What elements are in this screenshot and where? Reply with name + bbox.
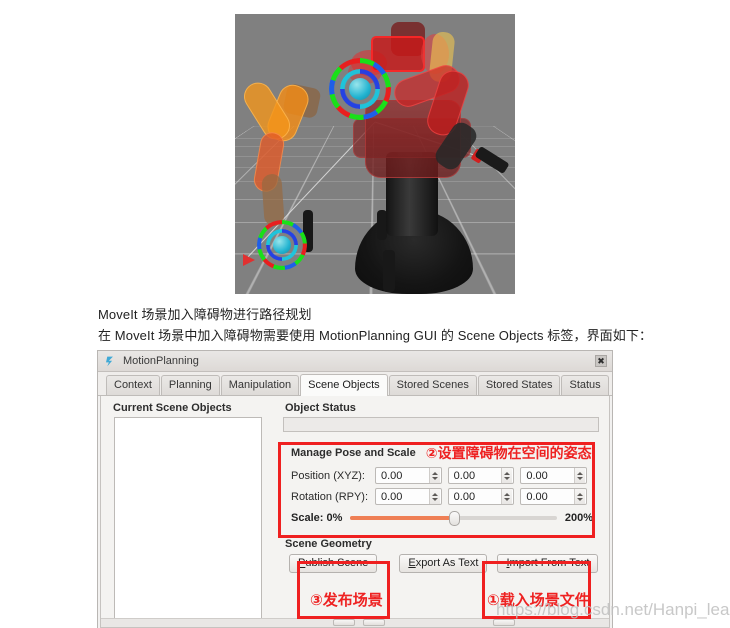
panel-title: MotionPlanning — [123, 355, 199, 367]
rotation-p-spinbox[interactable]: 0.00 — [447, 488, 515, 505]
rotation-r-value: 0.00 — [381, 490, 403, 503]
position-label: Position (XYZ): — [291, 469, 365, 482]
tab-scene-objects[interactable]: Scene Objects — [300, 374, 388, 396]
position-y-value: 0.00 — [453, 469, 476, 482]
rotation-p-value: 0.00 — [453, 490, 476, 503]
page-root: MoveIt 场景加入障碍物进行路径规划 在 MoveIt 场景中加入障碍物需要… — [0, 0, 730, 628]
marker-sphere — [349, 78, 371, 100]
clipped-widget-3[interactable] — [493, 619, 515, 626]
scene-geometry-label: Scene Geometry — [285, 538, 372, 550]
position-z-value: 0.00 — [526, 469, 548, 482]
export-as-text-label: xport As Text — [415, 557, 479, 569]
scale-slider-fill — [350, 516, 454, 520]
robot-left-gripper — [261, 173, 285, 227]
tab-bar: Context Planning Manipulation Scene Obje… — [98, 372, 612, 396]
clipped-widget-2[interactable] — [363, 619, 385, 626]
tab-stored-states[interactable]: Stored States — [477, 375, 561, 395]
rotation-y-spinbox[interactable]: 0.00 — [520, 488, 588, 505]
object-status-input[interactable] — [283, 417, 599, 432]
rotation-y-stepper[interactable] — [574, 489, 586, 504]
clipped-widget-1[interactable] — [333, 619, 355, 626]
manage-pose-and-scale-label: Manage Pose and Scale — [291, 447, 416, 459]
object-status-section: Object Status Manage Pose and Scale ②设置障… — [283, 402, 599, 573]
rotation-r-spinbox[interactable]: 0.00 — [375, 488, 442, 505]
tab-stored-scenes[interactable]: Stored Scenes — [388, 375, 477, 395]
motion-planning-panel: MotionPlanning ✖ Context Planning Manipu… — [97, 350, 613, 628]
motion-planning-icon — [106, 356, 113, 366]
caption-line-1: MoveIt 场景加入障碍物进行路径规划 — [98, 307, 312, 322]
scale-slider[interactable] — [350, 511, 557, 526]
import-from-text-label: mport From Text — [509, 557, 590, 569]
position-y-spinbox[interactable]: 0.00 — [447, 467, 515, 484]
position-x-spinbox[interactable]: 0.00 — [375, 467, 442, 484]
export-as-text-button[interactable]: Export As Text — [399, 554, 488, 573]
scene-geometry-buttons: Publish Scene Export As Text Import From… — [283, 554, 599, 573]
annotation-import-note: ①载入场景文件 — [487, 591, 590, 609]
close-icon[interactable]: ✖ — [595, 355, 607, 367]
manage-pose-and-scale-group: Manage Pose and Scale ②设置障碍物在空间的姿态 Posit… — [283, 439, 599, 530]
marker-sphere-2 — [273, 236, 291, 254]
position-y-stepper[interactable] — [501, 468, 513, 483]
robot-leg-front — [383, 250, 395, 292]
rotation-p-stepper[interactable] — [501, 489, 513, 504]
publish-scene-button[interactable]: Publish Scene — [289, 554, 378, 573]
export-as-text-mnemonic: E — [408, 557, 416, 569]
panel-bottom-strip — [101, 618, 609, 627]
position-z-spinbox[interactable]: 0.00 — [520, 467, 588, 484]
current-scene-objects-section: Current Scene Objects — [111, 402, 275, 625]
tab-context[interactable]: Context — [106, 375, 160, 395]
tab-status[interactable]: Status — [561, 375, 609, 395]
rotation-y-value: 0.00 — [526, 490, 548, 503]
current-scene-objects-label: Current Scene Objects — [113, 402, 232, 414]
scale-min-label: Scale: 0% — [291, 512, 343, 524]
rotation-r-stepper[interactable] — [428, 489, 440, 504]
tab-planning[interactable]: Planning — [160, 375, 220, 395]
rotation-row: Rotation (RPY): 0.00 0.00 0.00 — [291, 488, 593, 505]
object-status-label: Object Status — [285, 402, 356, 414]
annotation-pose-note: ②设置障碍物在空间的姿态 — [425, 446, 592, 462]
import-from-text-button[interactable]: Import From Text — [497, 554, 599, 573]
position-x-value: 0.00 — [381, 469, 403, 482]
publish-scene-label: ublish Scene — [305, 557, 369, 569]
rotation-label: Rotation (RPY): — [291, 490, 369, 503]
position-row: Position (XYZ): 0.00 0.00 0.00 — [291, 467, 593, 484]
caption-line-2: 在 MoveIt 场景中加入障碍物需要使用 MotionPlanning GUI… — [98, 328, 653, 343]
scene-objects-list[interactable] — [114, 417, 262, 625]
rviz-3d-view — [235, 14, 515, 294]
scene-geometry-group: Scene Geometry Publish Scene Export As T… — [283, 538, 599, 573]
scale-max-label: 200% — [564, 512, 593, 524]
panel-title-bar: MotionPlanning ✖ — [98, 351, 612, 372]
annotation-publish-note: ③发布场景 — [310, 591, 383, 609]
position-z-stepper[interactable] — [574, 468, 586, 483]
tab-manipulation[interactable]: Manipulation — [220, 375, 300, 395]
scale-slider-handle[interactable] — [448, 511, 460, 526]
scale-slider-row: Scale: 0% 200% — [291, 511, 593, 526]
position-x-stepper[interactable] — [428, 468, 440, 483]
